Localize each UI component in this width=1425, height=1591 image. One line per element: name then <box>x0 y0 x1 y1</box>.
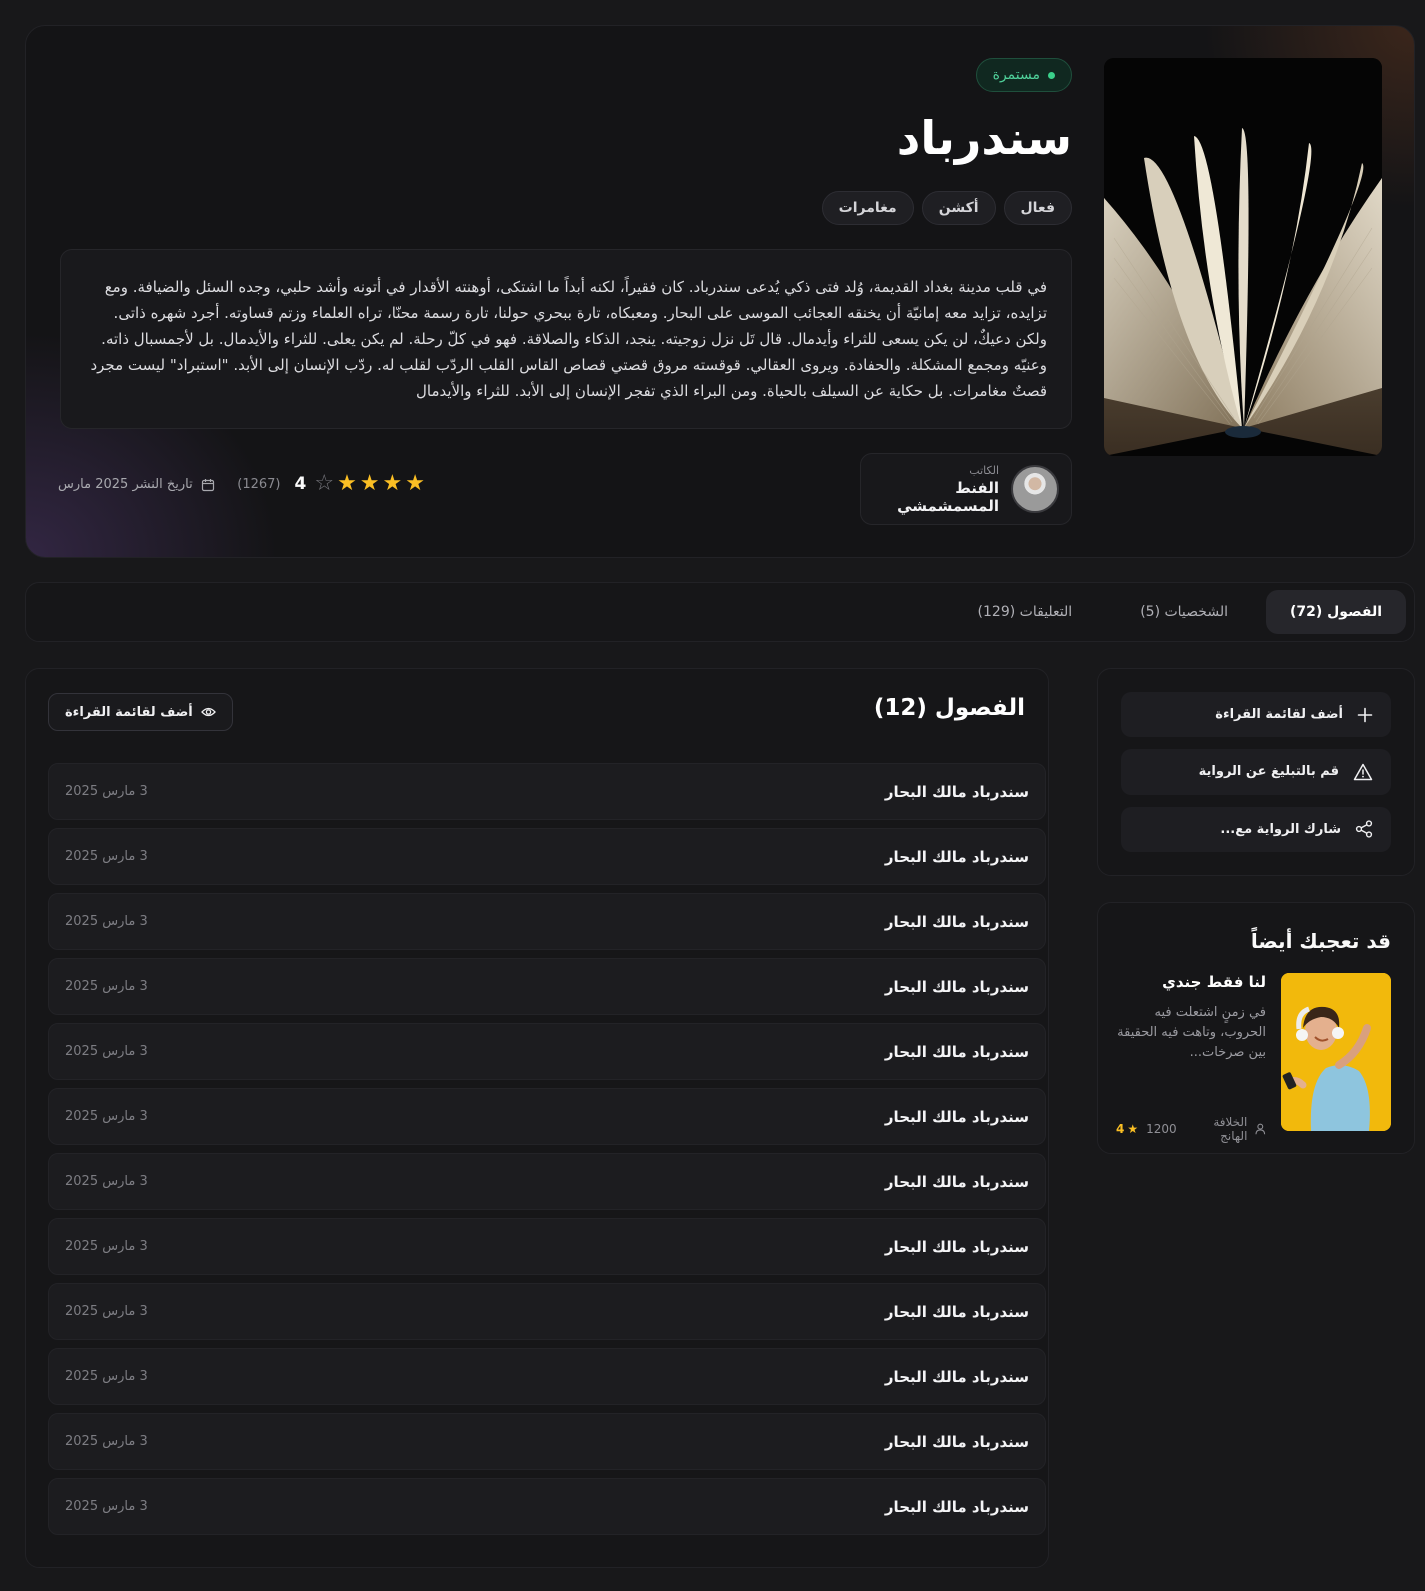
add-to-reading-list-button-secondary[interactable]: أضف لقائمة القراءة <box>48 693 233 731</box>
novel-hero: مستمرة سندرباد فعال أكشن مغامرات في قلب … <box>25 25 1415 558</box>
chapter-date: 3 مارس 2025 <box>65 1499 148 1514</box>
rating: ★ ★ ★ ★ ☆ 4 (1267) <box>237 473 425 495</box>
recommended-novel-rating-value: 4 <box>1116 1122 1125 1136</box>
chapter-date: 3 مارس 2025 <box>65 1304 148 1319</box>
chapter-row[interactable]: سندرباد مالك البحار 3 مارس 2025 <box>48 893 1046 950</box>
chapter-row[interactable]: سندرباد مالك البحار 3 مارس 2025 <box>48 1023 1046 1080</box>
woman-with-headphones-illustration <box>1281 973 1391 1131</box>
chapter-date: 3 مارس 2025 <box>65 1044 148 1059</box>
share-icon <box>1355 820 1373 838</box>
tab-comments[interactable]: التعليقات (129) <box>948 590 1103 634</box>
star-filled-icon: ★ <box>359 471 380 496</box>
chapter-list: سندرباد مالك البحار 3 مارس 2025 سندرباد ما… <box>48 763 1046 1535</box>
chapter-date: 3 مارس 2025 <box>65 784 148 799</box>
chapter-date: 3 مارس 2025 <box>65 1369 148 1384</box>
chapters-panel: الفصول (12) أضف لقائمة القراءة سندرباد م… <box>25 668 1049 1568</box>
chapter-row[interactable]: سندرباد مالك البحار 3 مارس 2025 <box>48 1413 1046 1470</box>
chapter-date: 3 مارس 2025 <box>65 1434 148 1449</box>
tab-characters[interactable]: الشخصيات (5) <box>1110 590 1258 634</box>
chapter-title: سندرباد مالك البحار <box>884 847 1029 866</box>
genre-chip[interactable]: مغامرات <box>821 191 914 225</box>
recommended-novel-author: الخلافة الهانج <box>1213 1115 1248 1143</box>
chapter-row[interactable]: سندرباد مالك البحار 3 مارس 2025 <box>48 1478 1046 1535</box>
recommended-novel-description: في زمنٍ اشتعلت فيه الحروب، وتاهت فيه الح… <box>1117 1005 1266 1060</box>
chapter-title: سندرباد مالك البحار <box>884 1432 1029 1451</box>
open-book-illustration <box>1104 58 1382 456</box>
novel-title: سندرباد <box>896 111 1072 165</box>
recommended-novel-rating: ★ 4 <box>1116 1122 1138 1136</box>
recommended-novel-cover[interactable] <box>1281 973 1391 1131</box>
report-novel-button[interactable]: قم بالتبليغ عن الرواية <box>1121 749 1391 795</box>
add-to-reading-list-button[interactable]: أضف لقائمة القراءة <box>1121 692 1391 738</box>
rating-count: (1267) <box>237 476 281 492</box>
chapter-row[interactable]: سندرباد مالك البحار 3 مارس 2025 <box>48 1153 1046 1210</box>
author-card[interactable]: الكاتب الفنط المسمشمشي <box>860 453 1072 525</box>
novel-tabs: الفصول (72) الشخصيات (5) التعليقات (129) <box>25 582 1415 642</box>
share-novel-label: شارك الرواية مع... <box>1220 821 1341 837</box>
add-to-reading-list-label: أضف لقائمة القراءة <box>65 704 193 720</box>
chapter-title: سندرباد مالك البحار <box>884 1237 1029 1256</box>
star-filled-icon: ★ <box>405 471 425 496</box>
status-label: مستمرة <box>992 67 1040 83</box>
rating-stars: ★ ★ ★ ★ ☆ <box>314 473 425 495</box>
chapter-title: سندرباد مالك البحار <box>884 1042 1029 1061</box>
chapter-date: 3 مارس 2025 <box>65 1239 148 1254</box>
tab-chapters[interactable]: الفصول (72) <box>1265 590 1406 634</box>
chapter-date: 3 مارس 2025 <box>65 914 148 929</box>
publish-date-label: تاريخ النشر 2025 مارس <box>58 477 193 492</box>
chapter-title: سندرباد مالك البحار <box>884 912 1029 931</box>
chapter-title: سندرباد مالك البحار <box>884 782 1029 801</box>
plus-icon <box>1357 707 1373 722</box>
warning-icon <box>1353 763 1373 781</box>
chapter-row[interactable]: سندرباد مالك البحار 3 مارس 2025 <box>48 1088 1046 1145</box>
chapter-date: 3 مارس 2025 <box>65 979 148 994</box>
chapter-title: سندرباد مالك البحار <box>884 1107 1029 1126</box>
add-to-reading-list-label: أضف لقائمة القراءة <box>1215 707 1343 723</box>
recommended-novel-meta: الخلافة الهانج 1200 ★ 4 <box>1116 1115 1266 1143</box>
novel-cover-image <box>1104 58 1382 456</box>
share-novel-button[interactable]: شارك الرواية مع... <box>1121 806 1391 852</box>
chapter-row[interactable]: سندرباد مالك البحار 3 مارس 2025 <box>48 1283 1046 1340</box>
recommendations-title: قد تعجبك أيضاً <box>1250 929 1391 953</box>
chapter-date: 3 مارس 2025 <box>65 849 148 864</box>
recommended-novel-title[interactable]: لنا فقط جندي <box>1162 973 1266 991</box>
author-name: الفنط المسمشمشي <box>897 478 999 515</box>
calendar-icon <box>201 478 214 491</box>
star-filled-icon: ★ <box>337 471 357 496</box>
chapter-date: 3 مارس 2025 <box>65 1109 148 1124</box>
chapter-row[interactable]: سندرباد مالك البحار 3 مارس 2025 <box>48 1218 1046 1275</box>
genre-chip[interactable]: فعال <box>1003 191 1072 225</box>
rating-value: 4 <box>294 474 307 494</box>
novel-synopsis: في قلب مدينة بغداد القديمة، وُلد فتى ذكي… <box>60 249 1072 429</box>
actions-panel: أضف لقائمة القراءة قم بالتبليغ عن الرواي… <box>1097 668 1415 876</box>
recommended-novel-reads: 1200 <box>1146 1122 1177 1136</box>
author-avatar <box>1011 465 1059 513</box>
status-dot-icon <box>1048 71 1055 79</box>
chapter-date: 3 مارس 2025 <box>65 1174 148 1189</box>
chapters-title: الفصول (12) <box>873 695 1025 721</box>
star-filled-icon: ★ <box>382 471 403 496</box>
chapter-title: سندرباد مالك البحار <box>884 1367 1029 1386</box>
chapter-row[interactable]: سندرباد مالك البحار 3 مارس 2025 <box>48 828 1046 885</box>
publish-date: تاريخ النشر 2025 مارس <box>58 477 215 492</box>
genre-chip[interactable]: أكشن <box>921 191 996 225</box>
chapter-title: سندرباد مالك البحار <box>884 977 1029 996</box>
chapter-title: سندرباد مالك البحار <box>884 1497 1029 1516</box>
chapter-row[interactable]: سندرباد مالك البحار 3 مارس 2025 <box>48 763 1046 820</box>
recommended-novel-info: لنا فقط جندي في زمنٍ اشتعلت فيه الحروب، … <box>1116 973 1266 1063</box>
status-badge: مستمرة <box>975 58 1072 92</box>
user-icon <box>1255 1123 1266 1135</box>
author-caption: الكاتب <box>969 463 999 477</box>
star-icon: ★ <box>1127 1122 1139 1136</box>
chapter-row[interactable]: سندرباد مالك البحار 3 مارس 2025 <box>48 958 1046 1015</box>
chapter-row[interactable]: سندرباد مالك البحار 3 مارس 2025 <box>48 1348 1046 1405</box>
recommendations-panel: قد تعجبك أيضاً لنا فقط جندي في زمنٍ اشتع… <box>1097 902 1415 1154</box>
eye-icon <box>200 707 216 717</box>
genre-list: فعال أكشن مغامرات <box>821 191 1072 225</box>
chapter-title: سندرباد مالك البحار <box>884 1172 1029 1191</box>
star-empty-icon: ☆ <box>314 471 335 496</box>
report-novel-label: قم بالتبليغ عن الرواية <box>1198 764 1339 780</box>
chapter-title: سندرباد مالك البحار <box>884 1302 1029 1321</box>
